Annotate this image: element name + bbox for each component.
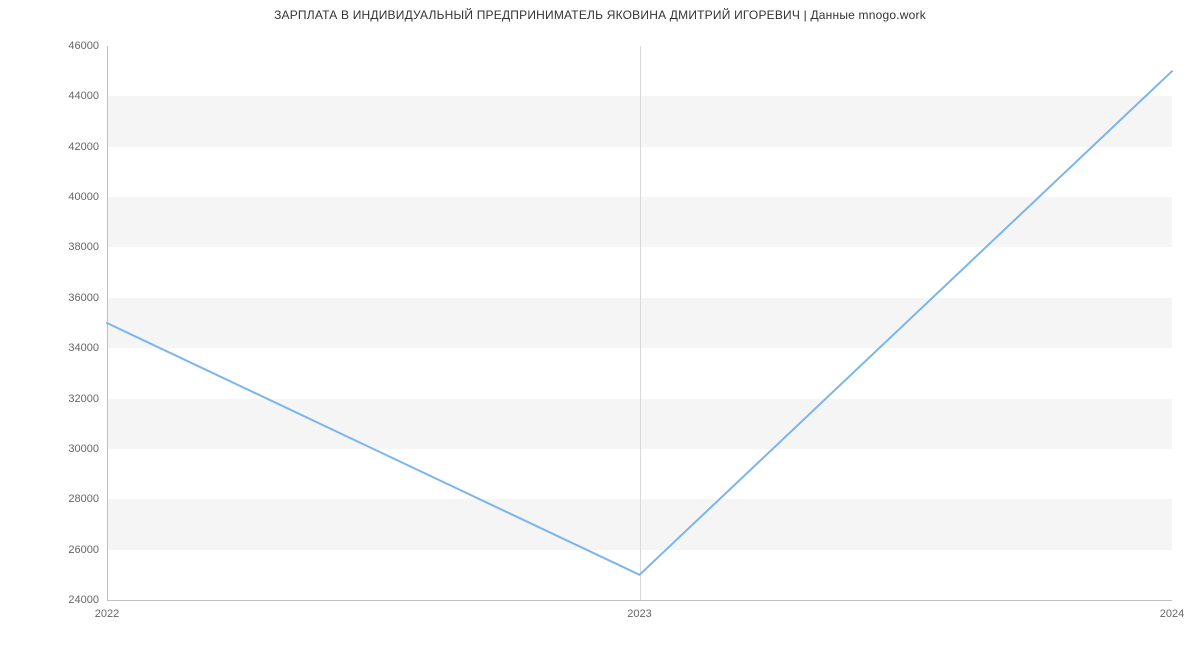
y-tick-label: 24000 — [68, 594, 99, 606]
y-tick-label: 42000 — [68, 141, 99, 153]
chart-container: ЗАРПЛАТА В ИНДИВИДУАЛЬНЫЙ ПРЕДПРИНИМАТЕЛ… — [0, 0, 1200, 650]
line-series-layer — [107, 46, 1172, 600]
y-tick-label: 38000 — [68, 241, 99, 253]
y-tick-label: 46000 — [68, 40, 99, 52]
x-tick-label: 2024 — [1160, 608, 1184, 620]
y-tick-label: 32000 — [68, 393, 99, 405]
y-tick-label: 40000 — [68, 191, 99, 203]
y-tick-label: 28000 — [68, 493, 99, 505]
x-axis-line — [107, 600, 1172, 601]
plot-area: 2400026000280003000032000340003600038000… — [107, 46, 1172, 600]
chart-title: ЗАРПЛАТА В ИНДИВИДУАЛЬНЫЙ ПРЕДПРИНИМАТЕЛ… — [0, 8, 1200, 22]
y-tick-label: 44000 — [68, 90, 99, 102]
y-tick-label: 36000 — [68, 292, 99, 304]
x-tick-label: 2023 — [627, 608, 651, 620]
y-tick-label: 30000 — [68, 443, 99, 455]
x-tick-label: 2022 — [95, 608, 119, 620]
y-tick-label: 26000 — [68, 544, 99, 556]
y-tick-label: 34000 — [68, 342, 99, 354]
series-line — [107, 71, 1172, 575]
